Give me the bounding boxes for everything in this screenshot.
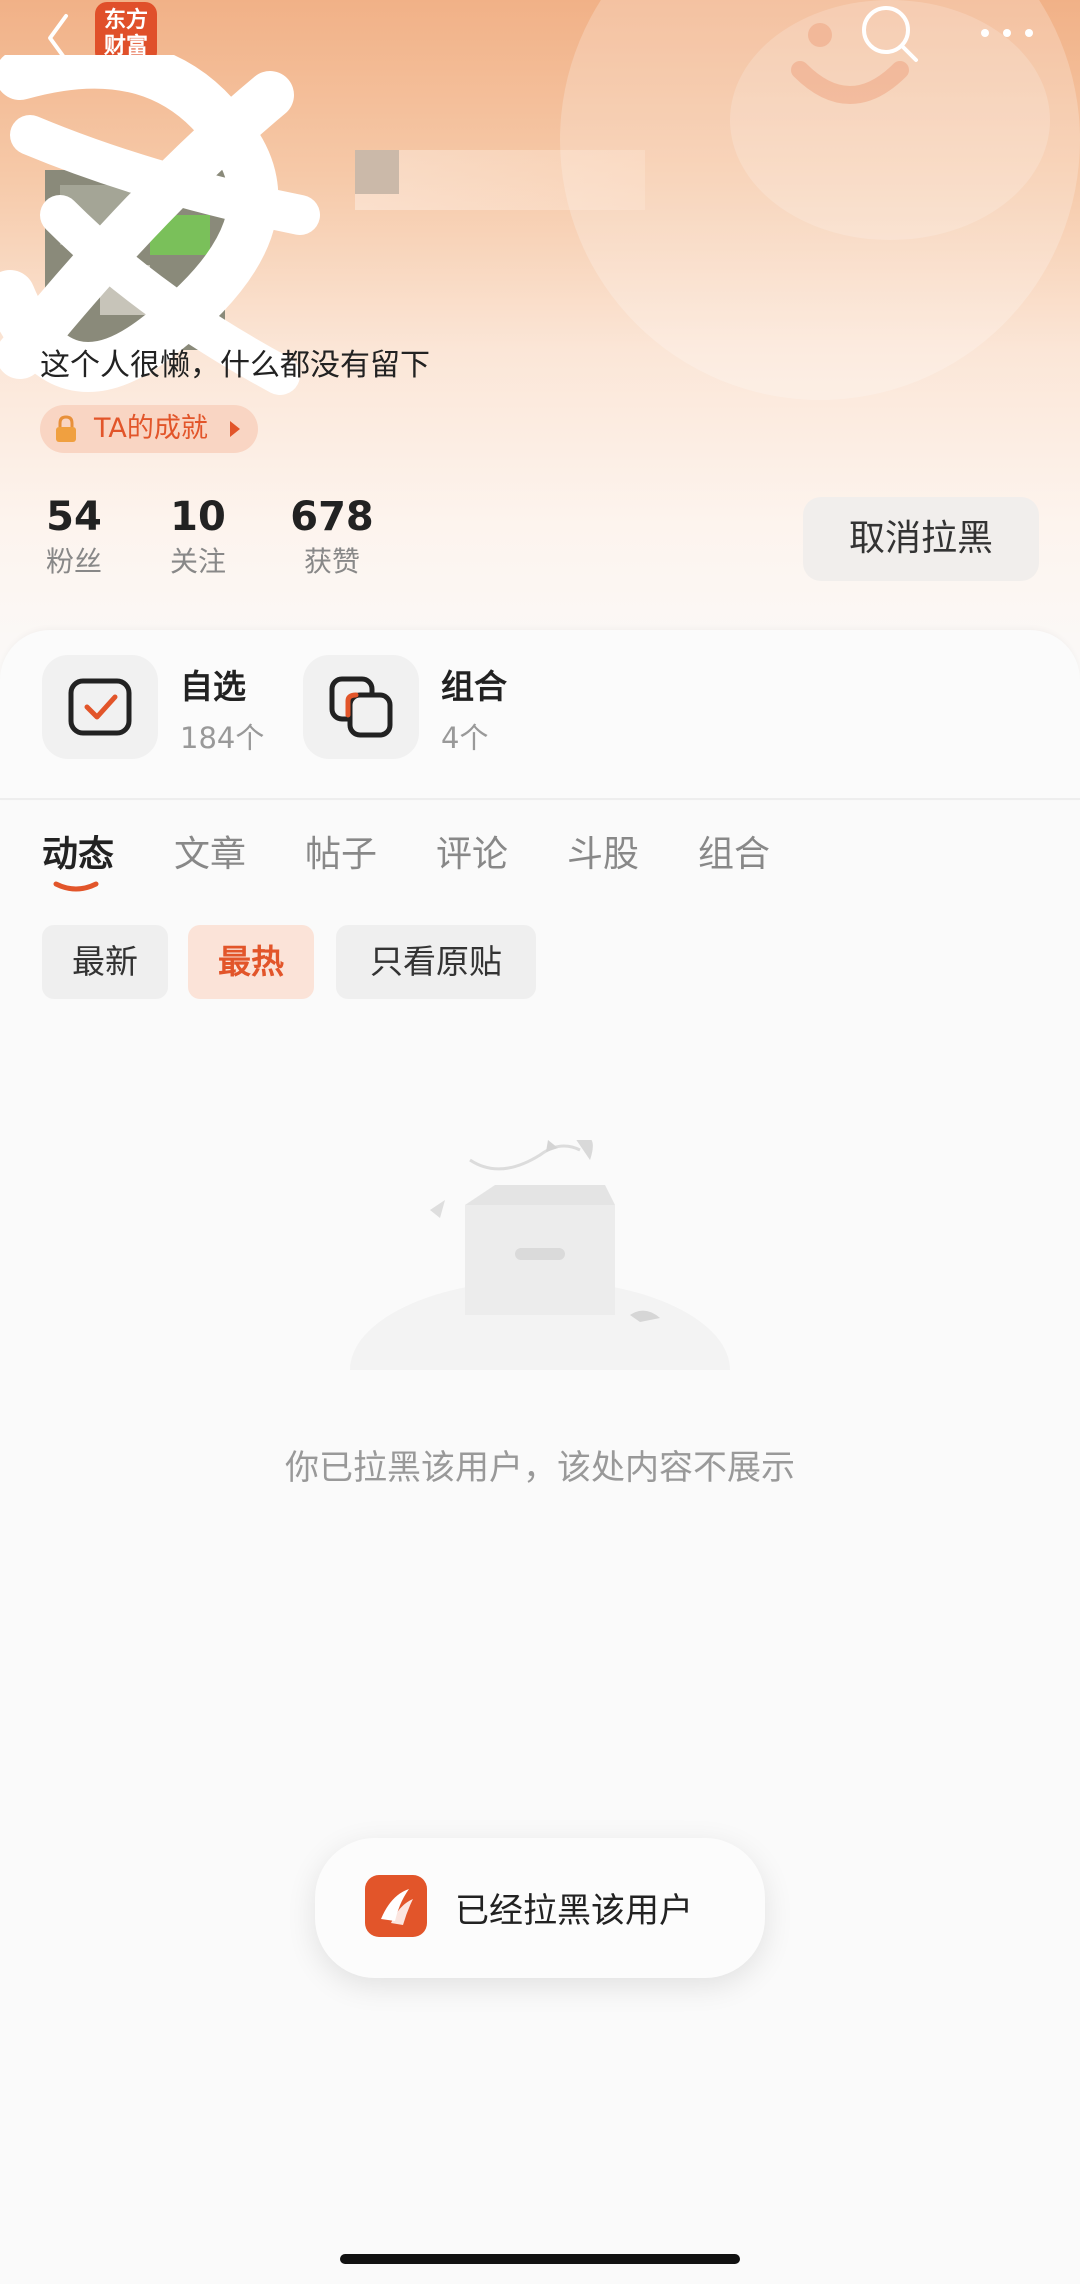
stat-value: 678 [290,492,374,542]
divider [0,798,1080,800]
watchlist-icon-box[interactable] [42,655,158,759]
combo-icon-box[interactable] [303,655,419,759]
tab-stock-battle[interactable]: 斗股 [567,825,639,877]
filter-original-only[interactable]: 只看原贴 [336,925,536,999]
combo-count: 4个 [441,715,488,757]
stat-label: 粉丝 [42,542,106,582]
app-icon [365,1875,427,1937]
tab-articles[interactable]: 文章 [174,825,246,877]
achievement-badge[interactable]: TA的成就 [40,405,258,453]
active-tab-indicator [52,880,100,894]
search-icon[interactable] [858,2,922,66]
combo-title[interactable]: 组合 [441,660,507,708]
checkbox-icon [67,675,133,739]
brand-mark-icon [365,1875,427,1937]
home-indicator[interactable] [340,2254,740,2264]
combo-icon [328,675,394,739]
lock-icon [54,415,78,443]
toast-message: 已经拉黑该用户 [455,1883,693,1932]
stat-value: 54 [42,492,106,542]
stat-following[interactable]: 10 关注 [166,492,230,582]
empty-state-message: 你已拉黑该用户，该处内容不展示 [0,1440,1080,1489]
stat-likes[interactable]: 678 获赞 [290,492,374,582]
watchlist-count: 184个 [180,715,264,757]
caret-right-icon [230,421,240,437]
stat-followers[interactable]: 54 粉丝 [42,492,106,582]
watchlist-title[interactable]: 自选 [180,660,246,708]
tab-combos[interactable]: 组合 [698,825,770,877]
filter-latest[interactable]: 最新 [42,925,168,999]
stat-value: 10 [166,492,230,542]
username-redacted-block [355,150,399,194]
stat-label: 获赞 [290,542,374,582]
unblock-button[interactable]: 取消拉黑 [803,497,1039,581]
achievement-badge-label: TA的成就 [94,413,208,444]
filter-hottest[interactable]: 最热 [188,925,314,999]
toast-notification: 已经拉黑该用户 [315,1838,765,1978]
tab-posts[interactable]: 帖子 [305,825,377,877]
stat-label: 关注 [166,542,230,582]
app-logo-line1: 东方 [95,7,157,33]
more-icon[interactable] [975,8,1039,58]
portfolio-card: 自选 184个 组合 4个 [0,630,1080,800]
tab-dynamic[interactable]: 动态 [42,825,114,877]
user-bio: 这个人很懒，什么都没有留下 [40,340,430,384]
empty-box-illustration [340,1140,740,1380]
tab-comments[interactable]: 评论 [436,825,508,877]
